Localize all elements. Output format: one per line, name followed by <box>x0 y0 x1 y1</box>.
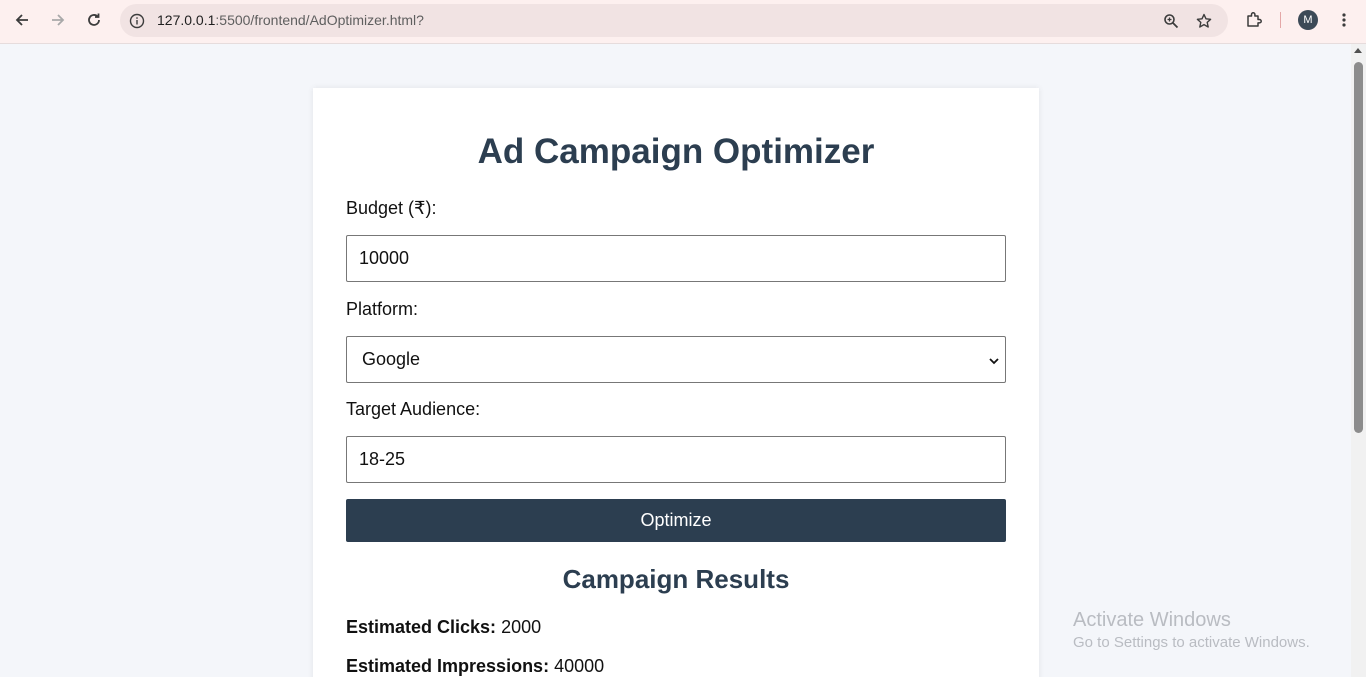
scroll-thumb[interactable] <box>1354 62 1363 433</box>
platform-label: Platform: <box>346 299 419 319</box>
audience-label: Target Audience: <box>346 399 481 419</box>
page-title: Ad Campaign Optimizer <box>477 132 875 171</box>
zoom-icon[interactable] <box>1160 10 1182 32</box>
browser-toolbar: 127.0.0.1:5500/frontend/AdOptimizer.html… <box>0 0 1366 44</box>
audience-input[interactable]: 18-25 <box>346 436 1006 483</box>
site-info-icon[interactable] <box>126 10 148 32</box>
result-impressions-value: 40000 <box>554 656 605 676</box>
result-clicks-label: Estimated Clicks: <box>346 617 497 637</box>
platform-select[interactable]: Google <box>346 336 1006 383</box>
result-clicks: Estimated Clicks: 2000 <box>346 617 541 638</box>
scroll-up-arrow-icon[interactable] <box>1354 48 1362 53</box>
url-path: :5500/frontend/AdOptimizer.html? <box>215 12 424 28</box>
url-host: 127.0.0.1 <box>157 12 216 28</box>
audience-value: 18-25 <box>359 449 406 469</box>
address-bar[interactable]: 127.0.0.1:5500/frontend/AdOptimizer.html… <box>120 4 1228 37</box>
watermark-title: Activate Windows <box>1073 609 1231 631</box>
optimize-button[interactable]: Optimize <box>346 499 1006 542</box>
forward-arrow-icon[interactable] <box>44 6 72 34</box>
result-impressions: Estimated Impressions: 40000 <box>346 656 604 677</box>
optimizer-card: Ad Campaign Optimizer Budget (₹): 10000 … <box>313 88 1039 677</box>
watermark-subtitle: Go to Settings to activate Windows. <box>1073 634 1310 651</box>
result-impressions-label: Estimated Impressions: <box>346 656 550 676</box>
budget-label: Budget (₹): <box>346 198 437 218</box>
back-arrow-icon[interactable] <box>8 6 36 34</box>
extensions-icon[interactable] <box>1240 6 1268 34</box>
results-title: Campaign Results <box>562 564 790 594</box>
toolbar-divider <box>1280 12 1281 28</box>
more-menu-icon[interactable] <box>1330 6 1358 34</box>
profile-avatar[interactable]: M <box>1298 10 1318 30</box>
result-clicks-value: 2000 <box>501 617 542 637</box>
budget-value: 10000 <box>359 248 410 268</box>
platform-value: Google <box>362 349 421 369</box>
page-scrollbar[interactable] <box>1351 44 1366 677</box>
budget-input[interactable]: 10000 <box>346 235 1006 282</box>
reload-icon[interactable] <box>80 6 108 34</box>
chevron-down-icon <box>988 351 1000 372</box>
url-text: 127.0.0.1:5500/frontend/AdOptimizer.html… <box>157 12 424 28</box>
bookmark-star-icon[interactable] <box>1193 10 1215 32</box>
